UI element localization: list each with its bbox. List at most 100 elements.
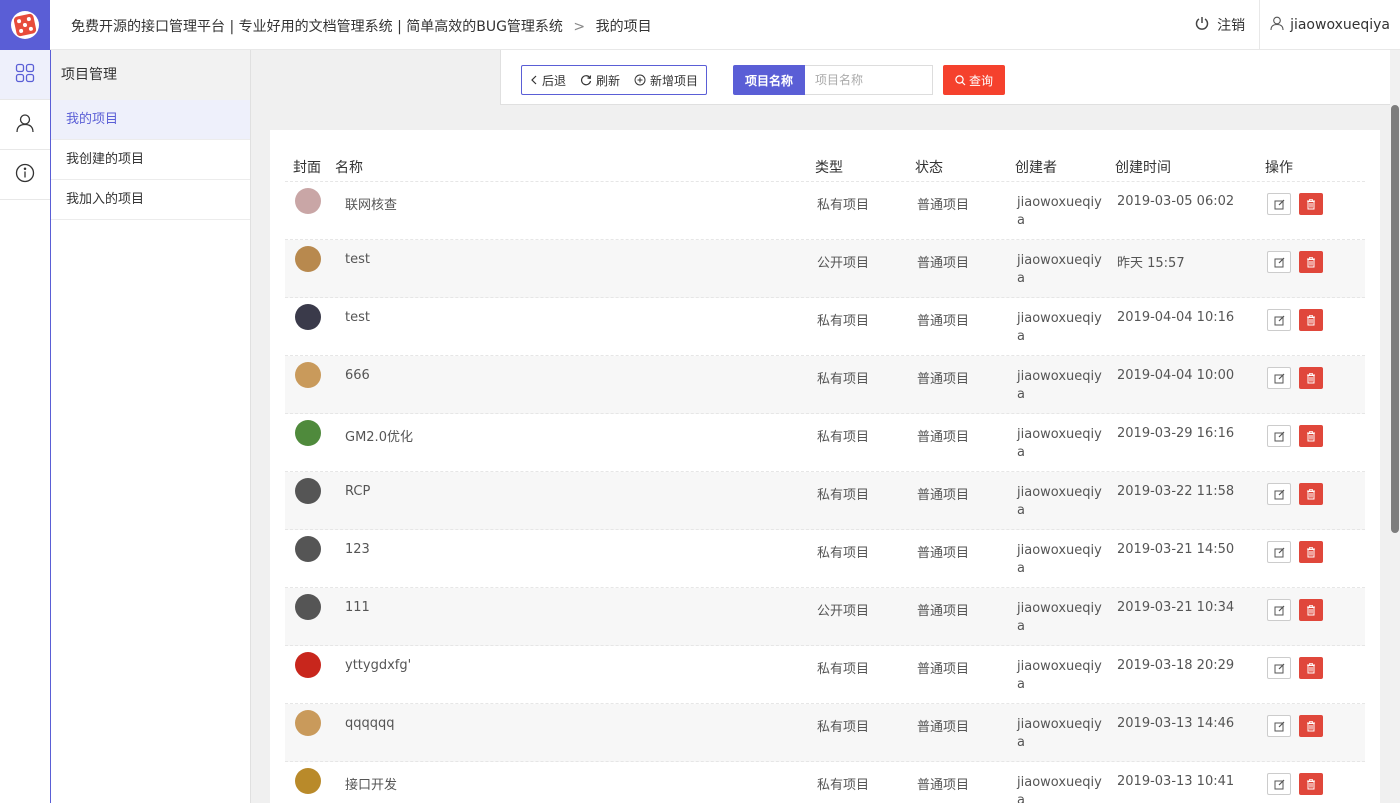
project-name[interactable]: GM2.0优化 (335, 414, 815, 445)
delete-button[interactable] (1299, 773, 1323, 795)
edit-button[interactable] (1267, 367, 1291, 389)
trash-icon (1307, 604, 1315, 615)
trash-icon (1307, 720, 1315, 731)
sidebar-item-joined-projects[interactable]: 我加入的项目 (51, 180, 250, 220)
project-created-time: 2019-03-21 10:34 (1117, 600, 1235, 615)
user-menu[interactable]: jiaowoxueqiya (1260, 16, 1390, 35)
add-project-button[interactable]: 新增项目 (634, 72, 698, 89)
project-name[interactable]: RCP (335, 472, 815, 499)
project-name[interactable]: 111 (335, 588, 815, 615)
table-row: test 私有项目 普通项目 jiaowoxueqiya 2019-04-04 10:1… (285, 298, 1365, 356)
table-row: 接口开发 私有项目 普通项目 jiaowoxueqiya 2019-03-13 10:4… (285, 762, 1365, 803)
refresh-button[interactable]: 刷新 (580, 72, 620, 89)
edit-button[interactable] (1267, 425, 1291, 447)
trash-icon (1307, 546, 1315, 557)
project-table: 封面 名称 类型 状态 创建者 创建时间 操作 联网核查 私有项目 普通项目 jiao… (285, 152, 1365, 803)
logout-label: 注销 (1217, 18, 1246, 34)
project-name[interactable]: 666 (335, 356, 815, 383)
trash-icon (1307, 488, 1315, 499)
query-label: 查询 (968, 73, 993, 88)
edit-button[interactable] (1267, 657, 1291, 679)
delete-button[interactable] (1299, 715, 1323, 737)
project-creator: jiaowoxueqiya (1017, 427, 1102, 460)
edit-button[interactable] (1267, 715, 1291, 737)
project-creator: jiaowoxueqiya (1017, 485, 1102, 518)
delete-button[interactable] (1299, 599, 1323, 621)
project-avatar (295, 304, 321, 330)
project-actions (1265, 704, 1365, 737)
query-button[interactable]: 查询 (943, 65, 1005, 95)
edit-icon (1274, 721, 1284, 731)
project-avatar (295, 246, 321, 272)
project-status: 普通项目 (917, 372, 970, 387)
rail-item-projects[interactable] (0, 50, 50, 100)
edit-button[interactable] (1267, 251, 1291, 273)
delete-button[interactable] (1299, 541, 1323, 563)
edit-button[interactable] (1267, 193, 1291, 215)
back-button[interactable]: 后退 (530, 72, 566, 89)
sidebar: 项目管理 我的项目 我创建的项目 我加入的项目 (51, 50, 251, 803)
table-row: 123 私有项目 普通项目 jiaowoxueqiya 2019-03-21 14:50 (285, 530, 1365, 588)
toolbar: 后退 刷新 新增项目 项目名称 查询 (500, 50, 1400, 105)
grid-icon (15, 63, 35, 87)
edit-button[interactable] (1267, 483, 1291, 505)
rail-item-info[interactable] (0, 150, 50, 200)
back-label: 后退 (542, 73, 567, 88)
delete-button[interactable] (1299, 483, 1323, 505)
project-status: 普通项目 (917, 430, 970, 445)
delete-button[interactable] (1299, 657, 1323, 679)
refresh-icon (580, 75, 592, 86)
logo-icon (11, 11, 39, 39)
project-name[interactable]: 123 (335, 530, 815, 557)
project-creator: jiaowoxueqiya (1017, 253, 1102, 286)
edit-button[interactable] (1267, 309, 1291, 331)
project-name[interactable]: 联网核查 (335, 182, 815, 213)
project-status: 普通项目 (917, 604, 970, 619)
project-name[interactable]: test (335, 298, 815, 325)
page-scrollbar[interactable] (1390, 50, 1400, 803)
table-body: 联网核查 私有项目 普通项目 jiaowoxueqiya 2019-03-05 06:0… (285, 182, 1365, 803)
delete-button[interactable] (1299, 309, 1323, 331)
project-creator: jiaowoxueqiya (1017, 543, 1102, 576)
project-cover (285, 356, 335, 388)
sidebar-item-created-projects[interactable]: 我创建的项目 (51, 140, 250, 180)
project-cover (285, 704, 335, 736)
edit-icon (1274, 663, 1284, 673)
table-row: GM2.0优化 私有项目 普通项目 jiaowoxueqiya 2019-03-29 1… (285, 414, 1365, 472)
project-name[interactable]: qqqqqq (335, 704, 815, 731)
project-creator: jiaowoxueqiya (1017, 195, 1102, 228)
trash-icon (1307, 372, 1315, 383)
power-icon (1195, 16, 1209, 34)
project-avatar (295, 652, 321, 678)
project-created-time: 2019-04-04 10:00 (1117, 368, 1235, 383)
edit-button[interactable] (1267, 599, 1291, 621)
breadcrumb-site[interactable]: 免费开源的接口管理平台 | 专业好用的文档管理系统 | 简单高效的BUG管理系统 (71, 19, 563, 35)
edit-icon (1274, 257, 1284, 267)
edit-icon (1274, 431, 1284, 441)
project-cover (285, 646, 335, 678)
edit-button[interactable] (1267, 773, 1291, 795)
project-creator: jiaowoxueqiya (1017, 659, 1102, 692)
scrollbar-thumb[interactable] (1391, 105, 1399, 533)
edit-icon (1274, 489, 1284, 499)
edit-button[interactable] (1267, 541, 1291, 563)
rail-item-user[interactable] (0, 100, 50, 150)
sidebar-item-my-projects[interactable]: 我的项目 (51, 100, 250, 140)
project-name[interactable]: yttygdxfg' (335, 646, 815, 673)
project-name-search-input[interactable] (805, 65, 933, 95)
project-name[interactable]: test (335, 240, 815, 267)
project-cover (285, 240, 335, 272)
column-header-cover: 封面 (293, 159, 321, 176)
project-name[interactable]: 接口开发 (335, 762, 815, 793)
logout-button[interactable]: 注销 (1195, 0, 1261, 50)
table-row: 111 公开项目 普通项目 jiaowoxueqiya 2019-03-21 10:34 (285, 588, 1365, 646)
project-creator: jiaowoxueqiya (1017, 601, 1102, 634)
edit-icon (1274, 373, 1284, 383)
refresh-label: 刷新 (596, 73, 621, 88)
delete-button[interactable] (1299, 367, 1323, 389)
delete-button[interactable] (1299, 425, 1323, 447)
delete-button[interactable] (1299, 193, 1323, 215)
breadcrumb-current: 我的项目 (595, 19, 652, 35)
delete-button[interactable] (1299, 251, 1323, 273)
app-logo[interactable] (0, 0, 50, 50)
